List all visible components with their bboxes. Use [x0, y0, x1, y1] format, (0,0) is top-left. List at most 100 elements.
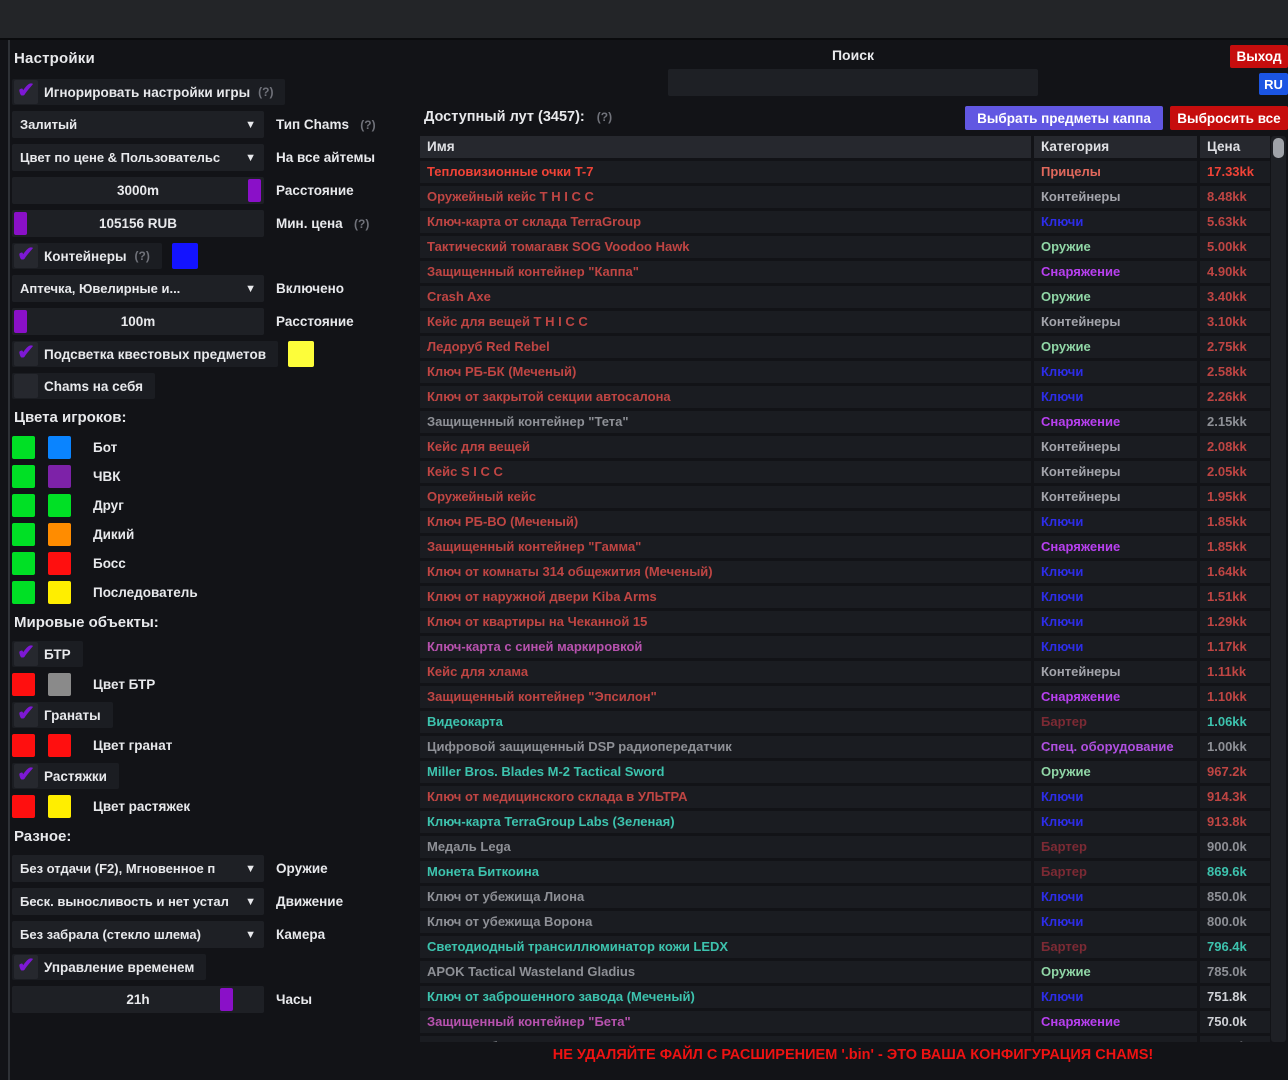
loot-row[interactable]: Цифровой защищенный DSP радиопередатчикС… — [420, 736, 1270, 758]
loot-row[interactable]: Ключ от закрытой секции автосалонаКлючи2… — [420, 386, 1270, 408]
column-header-0[interactable]: Имя — [420, 136, 1031, 158]
loot-row[interactable]: Кейс для хламаКонтейнеры1.11kk — [420, 661, 1270, 683]
all-items-mode-dropdown[interactable]: Цвет по цене & Пользовательс▼ — [12, 144, 264, 171]
ignore-game-settings-label: Игнорировать настройки игры — [44, 85, 250, 100]
chevron-down-icon: ▼ — [245, 863, 256, 875]
hours-label-text: Часы — [276, 992, 312, 1007]
loot-row[interactable]: Кейс для вещейКонтейнеры2.08kk — [420, 436, 1270, 458]
player-color-bot-swatch-2[interactable] — [48, 436, 71, 459]
select-kappa-items-button[interactable]: Выбрать предметы каппа — [965, 106, 1163, 130]
quest-highlight-checkbox[interactable]: ✔Подсветка квестовых предметов — [12, 341, 278, 367]
loot-row[interactable]: Медаль LegaБартер900.0k — [420, 836, 1270, 858]
player-color-follower-swatch-1[interactable] — [12, 581, 35, 604]
loot-row[interactable]: Ключ от убежища ЗвездыКлючи750.0k — [420, 1036, 1270, 1042]
item-category: Ключи — [1034, 361, 1197, 383]
player-color-friend-swatch-1[interactable] — [12, 494, 35, 517]
loot-row[interactable]: Защищенный контейнер "Бета"Снаряжение750… — [420, 1011, 1270, 1033]
container-distance-value: 100m — [121, 314, 156, 329]
chams-self-checkbox[interactable]: Chams на себя — [12, 373, 155, 399]
loot-row[interactable]: Ключ РБ-БК (Меченый)Ключи2.58kk — [420, 361, 1270, 383]
min-price-slider[interactable]: 105156 RUB — [12, 210, 264, 237]
container-distance-slider-handle[interactable] — [14, 310, 27, 333]
column-header-2[interactable]: Цена — [1200, 136, 1270, 158]
loot-row[interactable]: Ледоруб Red RebelОружие2.75kk — [420, 336, 1270, 358]
camera-mods-dropdown[interactable]: Без забрала (стекло шлема)▼ — [12, 921, 264, 948]
column-header-1[interactable]: Категория — [1034, 136, 1197, 158]
ignore-game-settings-checkbox[interactable]: ✔Игнорировать настройки игры(?) — [12, 79, 285, 105]
loot-row[interactable]: ВидеокартаБартер1.06kk — [420, 711, 1270, 733]
player-color-bot-swatch-1[interactable] — [12, 436, 35, 459]
player-color-boss-swatch-1[interactable] — [12, 552, 35, 575]
time-control-checkbox[interactable]: ✔Управление временем — [12, 954, 206, 980]
loot-row[interactable]: Ключ от наружной двери Kiba ArmsКлючи1.5… — [420, 586, 1270, 608]
loot-row[interactable]: Кейс для вещей T H I C CКонтейнеры3.10kk — [420, 311, 1270, 333]
language-button[interactable]: RU — [1259, 73, 1288, 95]
movement-mods-dropdown[interactable]: Беск. выносливость и нет устал▼ — [12, 888, 264, 915]
tripwire-color-swatch-1[interactable] — [12, 795, 35, 818]
loot-row[interactable]: Оружейный кейс T H I C CКонтейнеры8.48kk — [420, 186, 1270, 208]
player-color-pmc-swatch-1[interactable] — [12, 465, 35, 488]
min-price-slider-handle[interactable] — [14, 212, 27, 235]
loot-row[interactable]: Ключ-карта от склада TerraGroupКлючи5.63… — [420, 211, 1270, 233]
player-color-follower-swatch-2[interactable] — [48, 581, 71, 604]
loot-row[interactable]: Miller Bros. Blades M-2 Tactical SwordОр… — [420, 761, 1270, 783]
loot-distance-slider-handle[interactable] — [248, 179, 261, 202]
loot-scrollbar-track[interactable] — [1271, 136, 1286, 1042]
containers-color-swatch[interactable] — [172, 243, 198, 269]
btr-color-swatch-2[interactable] — [48, 673, 71, 696]
loot-row[interactable]: Монета БиткоинаБартер869.6k — [420, 861, 1270, 883]
container-categories-dropdown[interactable]: Аптечка, Ювелирные и...▼ — [12, 275, 264, 302]
loot-row[interactable]: Защищенный контейнер "Эпсилон"Снаряжение… — [420, 686, 1270, 708]
loot-row[interactable]: APOK Tactical Wasteland GladiusОружие785… — [420, 961, 1270, 983]
all-items-mode-label: На все айтемы — [276, 150, 375, 165]
item-price: 2.15kk — [1200, 411, 1270, 433]
container-distance-slider[interactable]: 100m — [12, 308, 264, 335]
btr-checkbox[interactable]: ✔БТР — [12, 641, 83, 667]
loot-row[interactable]: Ключ от убежища ВоронаКлючи800.0k — [420, 911, 1270, 933]
hours-slider-handle[interactable] — [220, 988, 233, 1011]
player-color-scav-swatch-1[interactable] — [12, 523, 35, 546]
player-color-friend-swatch-2[interactable] — [48, 494, 71, 517]
exit-button[interactable]: Выход — [1230, 45, 1288, 68]
loot-row[interactable]: Защищенный контейнер "Каппа"Снаряжение4.… — [420, 261, 1270, 283]
item-category: Оружие — [1034, 761, 1197, 783]
loot-row[interactable]: Кейс S I C CКонтейнеры2.05kk — [420, 461, 1270, 483]
player-color-pmc-swatch-2[interactable] — [48, 465, 71, 488]
player-color-boss-swatch-2[interactable] — [48, 552, 71, 575]
grenade-color-swatch-1[interactable] — [12, 734, 35, 757]
item-price: 913.8k — [1200, 811, 1270, 833]
item-category: Ключи — [1034, 386, 1197, 408]
loot-row[interactable]: Оружейный кейсКонтейнеры1.95kk — [420, 486, 1270, 508]
loot-distance-slider[interactable]: 3000m — [12, 177, 264, 204]
loot-row[interactable]: Ключ от квартиры на Чеканной 15Ключи1.29… — [420, 611, 1270, 633]
drop-all-button[interactable]: Выбросить все — [1170, 106, 1288, 130]
quest-highlight-color-swatch[interactable] — [288, 341, 314, 367]
btr-color-swatch-1[interactable] — [12, 673, 35, 696]
search-input[interactable] — [668, 69, 1038, 96]
loot-row[interactable]: Защищенный контейнер "Гамма"Снаряжение1.… — [420, 536, 1270, 558]
grenade-color-swatch-2[interactable] — [48, 734, 71, 757]
loot-row[interactable]: Crash AxeОружие3.40kk — [420, 286, 1270, 308]
tripwire-color-swatch-2[interactable] — [48, 795, 71, 818]
loot-row[interactable]: Ключ от заброшенного завода (Меченый)Клю… — [420, 986, 1270, 1008]
containers-checkbox[interactable]: ✔Контейнеры(?) — [12, 243, 162, 269]
loot-row[interactable]: Ключ-карта с синей маркировкойКлючи1.17k… — [420, 636, 1270, 658]
player-color-scav-swatch-2[interactable] — [48, 523, 71, 546]
loot-row[interactable]: Ключ от медицинского склада в УЛЬТРАКлюч… — [420, 786, 1270, 808]
loot-row[interactable]: Ключ РБ-ВО (Меченый)Ключи1.85kk — [420, 511, 1270, 533]
loot-row[interactable]: Ключ-карта TerraGroup Labs (Зеленая)Ключ… — [420, 811, 1270, 833]
weapon-mods-dropdown[interactable]: Без отдачи (F2), Мгновенное п▼ — [12, 855, 264, 882]
chams-type-dropdown[interactable]: Залитый▼ — [12, 111, 264, 138]
grenades-checkbox[interactable]: ✔Гранаты — [12, 702, 113, 728]
loot-row[interactable]: Ключ от убежища ЛионаКлючи850.0k — [420, 886, 1270, 908]
loot-row[interactable]: Ключ от комнаты 314 общежития (Меченый)К… — [420, 561, 1270, 583]
hours-slider[interactable]: 21h — [12, 986, 264, 1013]
loot-row[interactable]: Защищенный контейнер "Тета"Снаряжение2.1… — [420, 411, 1270, 433]
loot-row[interactable]: Тепловизионные очки T-7Прицелы17.33kk — [420, 161, 1270, 183]
loot-scrollbar-thumb[interactable] — [1273, 138, 1284, 158]
checkbox-box — [14, 374, 38, 398]
loot-row[interactable]: Тактический томагавк SOG Voodoo HawkОруж… — [420, 236, 1270, 258]
tripwires-checkbox[interactable]: ✔Растяжки — [12, 763, 119, 789]
item-price: 751.8k — [1200, 986, 1270, 1008]
loot-row[interactable]: Светодиодный трансиллюминатор кожи LEDXБ… — [420, 936, 1270, 958]
